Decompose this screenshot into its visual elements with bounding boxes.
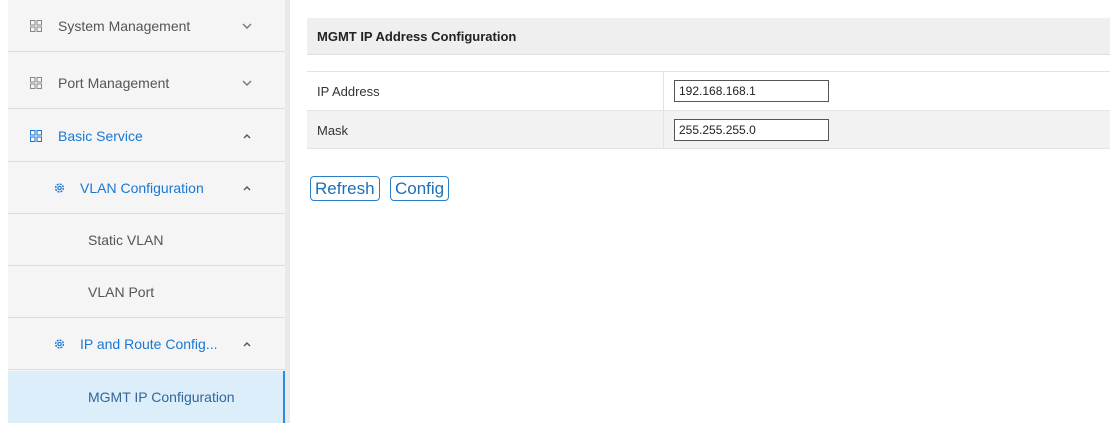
sidebar-item-system-management[interactable]: System Management	[8, 0, 285, 52]
sidebar-item-label: System Management	[58, 17, 191, 34]
sidebar-item-basic-service[interactable]: Basic Service	[8, 110, 285, 162]
chevron-up-icon	[243, 185, 251, 190]
grid-icon	[30, 129, 42, 142]
form-row-ip-address: IP Address	[307, 72, 1110, 111]
gear-icon	[54, 182, 65, 193]
mask-label: Mask	[317, 123, 349, 138]
cell-divider	[663, 72, 664, 110]
sidebar-item-label: IP and Route Config...	[80, 335, 218, 352]
page-title: MGMT IP Address Configuration	[317, 29, 517, 44]
chevron-down-icon	[242, 23, 252, 29]
sidebar-item-static-vlan[interactable]: Static VLAN	[8, 214, 285, 266]
sidebar-item-mgmt-ip-configuration[interactable]: MGMT IP Configuration	[8, 371, 286, 423]
gear-icon	[54, 338, 65, 349]
sidebar-item-label: MGMT IP Configuration	[88, 389, 235, 405]
config-form: IP Address Mask	[307, 71, 1110, 149]
sidebar-nav: System Management Port Management Basic …	[8, 0, 286, 423]
config-button[interactable]: Config	[390, 176, 450, 201]
sidebar-item-vlan-port[interactable]: VLAN Port	[8, 266, 285, 318]
sidebar-item-ip-route-config[interactable]: IP and Route Config...	[8, 318, 285, 370]
sidebar-resize-handle[interactable]	[285, 0, 290, 423]
form-row-mask: Mask	[307, 111, 1110, 149]
sidebar-item-label: VLAN Port	[88, 283, 155, 300]
chevron-up-icon	[243, 133, 251, 138]
sidebar-item-vlan-configuration[interactable]: VLAN Configuration	[8, 162, 285, 214]
grid-icon	[30, 19, 42, 32]
mask-input[interactable]	[674, 119, 829, 141]
chevron-up-icon	[243, 341, 251, 346]
refresh-button[interactable]: Refresh	[310, 176, 380, 201]
cell-divider	[663, 111, 664, 148]
ip-address-input[interactable]	[674, 80, 829, 102]
sidebar-item-port-management[interactable]: Port Management	[8, 57, 285, 109]
sidebar-item-label: VLAN Configuration	[80, 179, 204, 196]
sidebar-item-label: Port Management	[58, 74, 170, 91]
ip-address-label: IP Address	[317, 84, 380, 99]
sidebar-item-label: Basic Service	[58, 127, 143, 144]
sidebar-item-label: Static VLAN	[88, 231, 164, 248]
chevron-down-icon	[242, 80, 252, 86]
panel-header: MGMT IP Address Configuration	[307, 18, 1110, 55]
grid-icon	[30, 76, 42, 89]
